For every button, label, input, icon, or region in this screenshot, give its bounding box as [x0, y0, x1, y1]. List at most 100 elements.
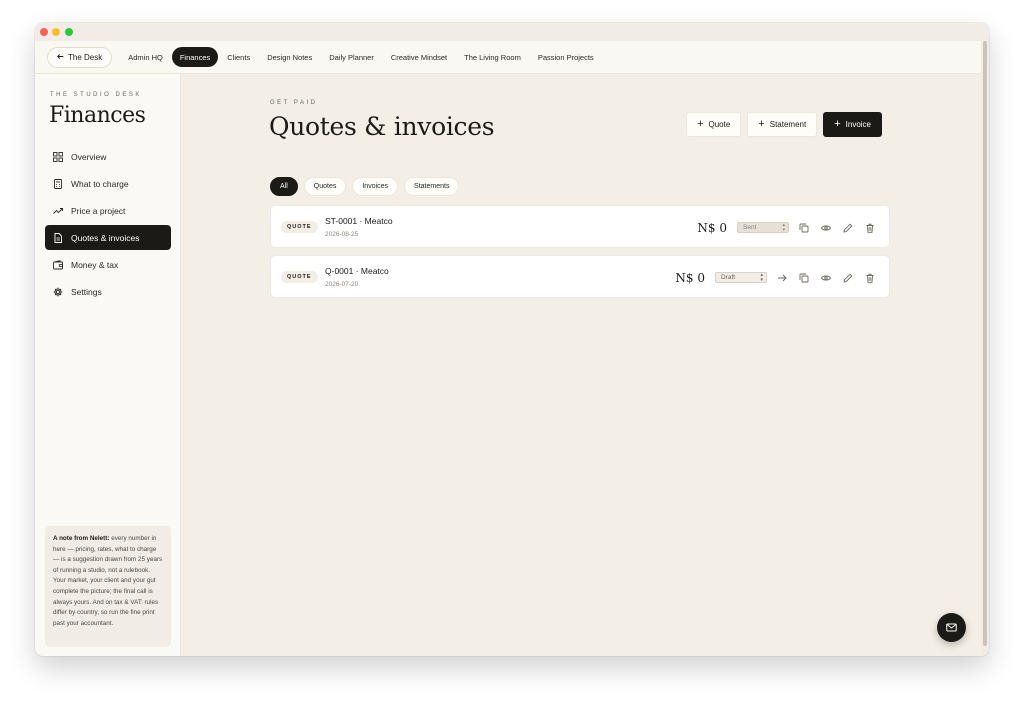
- duplicate-button[interactable]: [797, 221, 811, 235]
- sidebar-item-label: What to charge: [71, 178, 129, 189]
- sidebar-item-what-to-charge[interactable]: What to charge: [45, 171, 171, 196]
- back-to-desk-button[interactable]: The Desk: [47, 46, 113, 68]
- message-button[interactable]: [937, 613, 966, 642]
- scrollbar[interactable]: [981, 41, 989, 656]
- nav-item-daily-planner[interactable]: Daily Planner: [321, 47, 382, 67]
- nav-item-finances[interactable]: Finances: [171, 47, 219, 67]
- app-window: The Desk Admin HQ Finances Clients Desig…: [35, 23, 989, 656]
- nav-item-creative-mindset[interactable]: Creative Mindset: [383, 47, 455, 67]
- maximize-window-button[interactable]: [65, 28, 73, 36]
- sidebar-item-label: Settings: [71, 286, 102, 297]
- new-invoice-label: Invoice: [845, 120, 871, 129]
- document-row[interactable]: QUOTE ST-0001 · Meatco 2026-08-25 N$ 0 S…: [270, 205, 890, 248]
- nav-item-clients[interactable]: Clients: [219, 47, 258, 67]
- sidebar-item-price-a-project[interactable]: Price a project: [45, 198, 171, 223]
- delete-button[interactable]: [863, 221, 877, 235]
- select-caret-icon: ▴ ▾: [760, 271, 763, 283]
- sidebar: THE STUDIO DESK Finances Overview What t…: [35, 74, 181, 656]
- new-statement-button[interactable]: + Statement: [747, 112, 818, 137]
- document-amount: N$ 0: [675, 270, 705, 285]
- status-value: Draft: [721, 274, 736, 281]
- edit-button[interactable]: [841, 271, 855, 285]
- filter-statements[interactable]: Statements: [404, 177, 460, 196]
- document-controls: N$ 0 Draft ▴ ▾: [675, 256, 877, 299]
- gear-icon: [53, 287, 63, 296]
- arrow-left-icon: [57, 53, 64, 62]
- top-navigation: The Desk Admin HQ Finances Clients Desig…: [35, 41, 981, 74]
- plus-icon: +: [834, 118, 841, 130]
- sidebar-item-quotes-invoices[interactable]: Quotes & invoices: [45, 225, 171, 250]
- wallet-icon: [53, 259, 63, 269]
- sidebar-item-label: Quotes & invoices: [71, 232, 140, 243]
- minimize-window-button[interactable]: [52, 28, 60, 36]
- document-date: 2026-07-20: [325, 281, 359, 288]
- pencil-icon: [843, 273, 853, 283]
- close-window-button[interactable]: [40, 28, 48, 36]
- grid-icon: [53, 151, 63, 162]
- trend-up-icon: [53, 207, 63, 214]
- calculator-icon: [54, 178, 62, 189]
- pencil-icon: [843, 223, 853, 233]
- document-type-badge: QUOTE: [281, 271, 318, 283]
- back-label: The Desk: [68, 52, 103, 62]
- note-heading: A note from Nelett:: [53, 535, 110, 542]
- status-select[interactable]: Draft ▴ ▾: [715, 272, 767, 283]
- filter-invoices[interactable]: Invoices: [352, 177, 399, 196]
- nav-item-design-notes[interactable]: Design Notes: [259, 47, 320, 67]
- status-value: Sent: [743, 224, 757, 231]
- document-title: ST-0001 · Meatco: [325, 216, 393, 226]
- copy-icon: [799, 223, 809, 232]
- mail-icon: [946, 623, 957, 632]
- eye-icon: [821, 225, 831, 230]
- select-caret-icon: ▴ ▾: [782, 221, 785, 233]
- filter-all[interactable]: All: [270, 177, 298, 196]
- page-actions: + Quote + Statement + Invoice: [686, 112, 882, 137]
- preview-button[interactable]: [819, 221, 833, 235]
- document-date: 2026-08-25: [325, 231, 359, 238]
- new-invoice-button[interactable]: + Invoice: [823, 112, 882, 137]
- status-select[interactable]: Sent ▴ ▾: [737, 222, 789, 233]
- nav-item-passion-projects[interactable]: Passion Projects: [530, 47, 602, 67]
- plus-icon: +: [758, 118, 765, 130]
- document-type-badge: QUOTE: [281, 221, 318, 233]
- new-quote-label: Quote: [708, 120, 731, 129]
- document-row[interactable]: QUOTE Q-0001 · Meatco 2026-07-20 N$ 0 Dr…: [270, 255, 890, 298]
- page-title: Quotes & invoices: [269, 112, 495, 141]
- nav-item-admin-hq[interactable]: Admin HQ: [120, 47, 171, 67]
- copy-icon: [799, 273, 809, 282]
- filter-tabs: All Quotes Invoices Statements: [270, 177, 460, 196]
- convert-button[interactable]: [775, 271, 789, 285]
- new-statement-label: Statement: [769, 120, 807, 129]
- sidebar-menu: Overview What to charge Price a project …: [45, 144, 171, 306]
- filter-quotes[interactable]: Quotes: [303, 177, 347, 196]
- title-bar: [35, 23, 989, 41]
- nav-item-living-room[interactable]: The Living Room: [456, 47, 529, 67]
- page-eyebrow: GET PAID: [270, 100, 318, 106]
- sidebar-eyebrow: THE STUDIO DESK: [50, 92, 142, 98]
- sidebar-item-label: Price a project: [71, 205, 126, 216]
- document-title: Q-0001 · Meatco: [325, 266, 389, 276]
- plus-icon: +: [697, 118, 704, 130]
- sidebar-note: A note from Nelett: every number in here…: [45, 526, 171, 647]
- sidebar-item-overview[interactable]: Overview: [45, 144, 171, 169]
- document-amount: N$ 0: [697, 220, 727, 235]
- sidebar-item-money-tax[interactable]: Money & tax: [45, 252, 171, 277]
- document-list: QUOTE ST-0001 · Meatco 2026-08-25 N$ 0 S…: [270, 205, 890, 305]
- arrow-right-icon: [778, 274, 787, 281]
- scrollbar-thumb[interactable]: [983, 41, 987, 646]
- new-quote-button[interactable]: + Quote: [686, 112, 742, 137]
- delete-button[interactable]: [863, 271, 877, 285]
- document-icon: [54, 232, 62, 243]
- note-body: every number in here — pricing, rates, w…: [53, 535, 163, 627]
- sidebar-item-settings[interactable]: Settings: [45, 279, 171, 304]
- preview-button[interactable]: [819, 271, 833, 285]
- main-content: GET PAID Quotes & invoices + Quote + Sta…: [181, 74, 981, 656]
- sidebar-item-label: Money & tax: [71, 259, 119, 270]
- duplicate-button[interactable]: [797, 271, 811, 285]
- eye-icon: [821, 275, 831, 280]
- sidebar-item-label: Overview: [71, 151, 107, 162]
- edit-button[interactable]: [841, 221, 855, 235]
- document-controls: N$ 0 Sent ▴ ▾: [697, 206, 877, 249]
- sidebar-title: Finances: [49, 103, 146, 128]
- trash-icon: [866, 223, 874, 233]
